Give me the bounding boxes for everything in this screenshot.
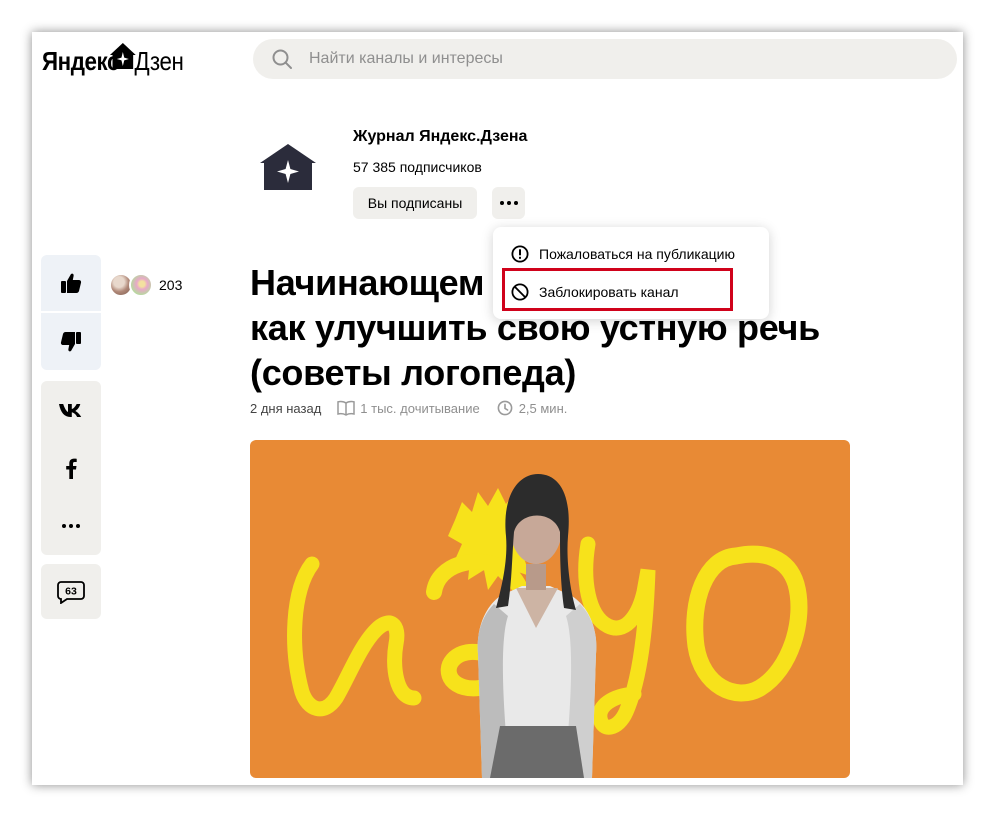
search-bar[interactable] <box>253 39 957 79</box>
reaction-count: 203 <box>159 277 183 293</box>
subscribed-button[interactable]: Вы подписаны <box>353 187 477 219</box>
logo-wordmark: Яндекс Дзен <box>42 42 184 77</box>
comment-count: 63 <box>65 585 77 597</box>
book-icon <box>337 400 356 416</box>
publish-date: 2 дня назад <box>250 400 322 416</box>
comments-button[interactable]: 63 <box>41 564 101 619</box>
reads-count: 1 тыс. дочитывание <box>360 400 480 416</box>
more-dots-icon <box>499 201 518 205</box>
yandex-zen-logo[interactable]: Яндекс Дзен <box>42 42 206 77</box>
search-input[interactable] <box>307 49 911 69</box>
exclamation-circle-icon <box>511 245 529 263</box>
menu-item-block-label: Заблокировать канал <box>539 284 679 300</box>
read-time: 2,5 мин. <box>518 400 568 416</box>
article-meta: 2 дня назад 1 тыс. дочитывание 2,5 мин. <box>250 400 567 416</box>
menu-item-report[interactable]: Пожаловаться на публикацию <box>511 245 735 263</box>
vk-icon <box>59 404 82 417</box>
article-cover-image[interactable] <box>250 440 850 778</box>
subscriber-count: 57 385 подписчиков <box>353 159 482 175</box>
dislike-button[interactable] <box>41 313 101 370</box>
clock-icon <box>497 400 513 416</box>
share-panel <box>41 381 101 555</box>
channel-avatar[interactable] <box>258 142 318 192</box>
share-more-button[interactable] <box>41 503 101 549</box>
like-dislike-panel <box>41 255 101 370</box>
browser-viewport: Яндекс Дзен Журнал Яндекс.Дзена 57 385 по… <box>32 32 963 785</box>
cover-illustration <box>250 440 850 778</box>
logo-dzen-text: Дзен <box>134 45 184 76</box>
facebook-icon <box>66 458 77 479</box>
block-icon <box>511 283 529 301</box>
search-icon <box>272 49 292 69</box>
title-line-1-start: Начинающем <box>250 262 485 303</box>
reaction-avatar <box>129 273 153 297</box>
share-vk-button[interactable] <box>41 387 101 433</box>
share-facebook-button[interactable] <box>41 445 101 491</box>
thumb-down-icon <box>60 331 81 351</box>
logo-yandex-text: Яндекс <box>42 45 119 76</box>
like-button[interactable] <box>41 255 101 311</box>
thumb-up-icon <box>61 273 82 293</box>
reactions-summary[interactable]: 203 <box>109 273 182 297</box>
more-dots-icon <box>62 524 80 528</box>
channel-menu-dropdown: Пожаловаться на публикацию Заблокировать… <box>493 227 769 319</box>
channel-name[interactable]: Журнал Яндекс.Дзена <box>353 128 527 146</box>
comments-panel: 63 <box>41 564 101 619</box>
house-star-icon <box>109 42 136 69</box>
title-line-3: (советы логопеда) <box>250 352 577 393</box>
menu-item-block-channel[interactable]: Заблокировать канал <box>511 283 679 301</box>
channel-more-button[interactable] <box>492 187 525 219</box>
menu-item-report-label: Пожаловаться на публикацию <box>539 246 735 262</box>
comment-bubble-icon: 63 <box>57 580 85 604</box>
